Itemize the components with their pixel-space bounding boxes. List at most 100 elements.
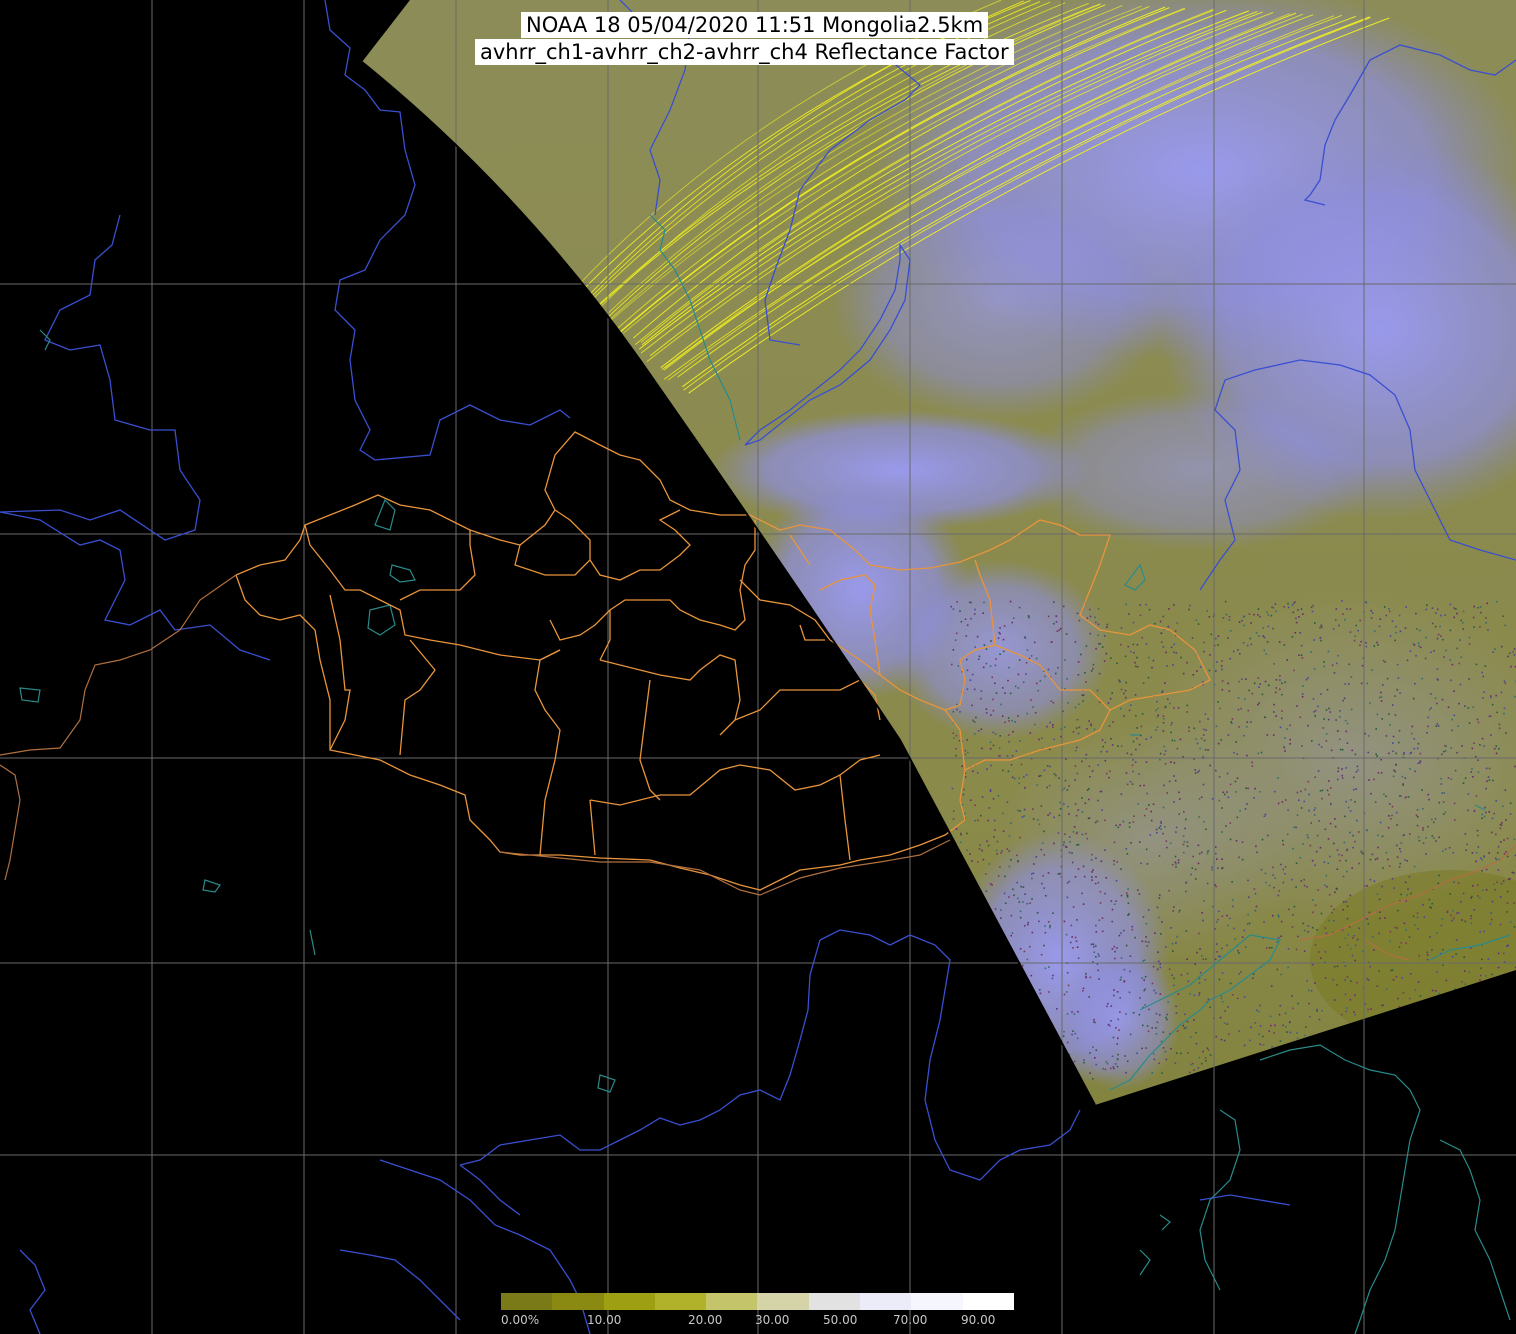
noise-speckle (1371, 669, 1373, 671)
noise-speckle (1129, 1033, 1132, 1036)
noise-speckle (1200, 851, 1203, 854)
noise-speckle (952, 818, 955, 820)
noise-speckle (1341, 1072, 1343, 1075)
noise-speckle (1160, 820, 1162, 823)
noise-speckle (1073, 826, 1076, 828)
noise-speckle (1436, 608, 1439, 611)
noise-speckle (1311, 963, 1314, 966)
noise-speckle (1280, 973, 1282, 976)
noise-speckle (1047, 1023, 1050, 1026)
noise-speckle (1000, 917, 1002, 919)
noise-speckle (1467, 1065, 1470, 1067)
noise-speckle (1476, 829, 1479, 832)
noise-speckle (1472, 990, 1474, 993)
noise-speckle (1135, 665, 1137, 668)
noise-speckle (1338, 738, 1341, 741)
noise-speckle (1003, 892, 1006, 895)
noise-speckle (1488, 998, 1491, 1001)
noise-speckle (1381, 885, 1383, 888)
noise-speckle (965, 1028, 968, 1030)
noise-speckle (1008, 720, 1010, 722)
noise-speckle (1119, 978, 1122, 981)
noise-speckle (1071, 852, 1073, 854)
noise-speckle (999, 653, 1001, 655)
noise-speckle (970, 601, 972, 604)
noise-speckle (1053, 622, 1055, 625)
noise-speckle (1246, 923, 1249, 925)
noise-speckle (1513, 926, 1516, 928)
noise-speckle (1140, 862, 1142, 865)
noise-speckle (1426, 951, 1429, 954)
noise-speckle (1266, 734, 1269, 736)
noise-speckle (1418, 644, 1420, 647)
noise-speckle (1393, 887, 1395, 889)
noise-speckle (1272, 914, 1274, 917)
noise-speckle (1340, 1013, 1343, 1016)
noise-speckle (1510, 665, 1512, 668)
noise-speckle (1056, 1063, 1059, 1066)
noise-speckle (1406, 1010, 1408, 1013)
noise-speckle (1221, 831, 1223, 833)
noise-speckle (1047, 668, 1050, 671)
noise-speckle (1112, 1066, 1115, 1068)
noise-speckle (1405, 1078, 1407, 1080)
noise-speckle (1441, 1037, 1444, 1040)
noise-speckle (1091, 770, 1094, 772)
noise-speckle (1136, 737, 1138, 740)
noise-speckle (1281, 682, 1283, 685)
noise-speckle (1353, 1011, 1355, 1013)
noise-speckle (1049, 925, 1051, 927)
noise-speckle (1462, 610, 1465, 613)
noise-speckle (1215, 637, 1217, 640)
noise-speckle (952, 810, 955, 812)
noise-speckle (1166, 846, 1168, 849)
noise-speckle (1136, 1052, 1138, 1055)
colorbar-step (501, 1293, 553, 1310)
noise-speckle (1120, 688, 1123, 691)
noise-speckle (1255, 845, 1257, 848)
noise-speckle (1007, 717, 1010, 719)
noise-speckle (1208, 669, 1211, 672)
noise-speckle (1262, 627, 1265, 629)
noise-speckle (1468, 678, 1470, 680)
noise-speckle (1156, 726, 1159, 728)
noise-speckle (1442, 801, 1445, 803)
image-title-line-2: avhrr_ch1-avhrr_ch2-avhrr_ch4 Reflectanc… (475, 39, 1014, 65)
noise-speckle (1412, 697, 1415, 700)
noise-speckle (1468, 643, 1471, 645)
noise-speckle (1436, 668, 1439, 670)
noise-speckle (1312, 1077, 1314, 1080)
noise-speckle (1131, 928, 1134, 931)
noise-speckle (1286, 659, 1288, 661)
noise-speckle (1485, 975, 1487, 977)
noise-speckle (1398, 741, 1400, 744)
noise-speckle (1017, 809, 1019, 812)
noise-speckle (1237, 697, 1240, 699)
noise-speckle (1110, 657, 1112, 659)
noise-speckle (1402, 1050, 1404, 1053)
noise-speckle (1375, 728, 1377, 730)
noise-speckle (1085, 753, 1088, 756)
noise-speckle (970, 617, 972, 620)
noise-speckle (1150, 810, 1152, 813)
noise-speckle (1373, 778, 1375, 781)
noise-speckle (1299, 856, 1302, 859)
noise-speckle (957, 930, 960, 933)
colorbar-step (552, 1293, 604, 1310)
noise-speckle (1015, 988, 1017, 991)
noise-speckle (995, 692, 998, 694)
noise-speckle (1278, 1056, 1280, 1059)
noise-speckle (1492, 779, 1494, 782)
noise-speckle (1206, 1047, 1209, 1049)
noise-speckle (1048, 991, 1050, 993)
noise-speckle (1101, 646, 1104, 648)
noise-speckle (1309, 1015, 1311, 1018)
noise-speckle (1488, 852, 1490, 854)
noise-speckle (1353, 1075, 1356, 1077)
noise-speckle (1367, 1008, 1369, 1011)
noise-speckle (1167, 625, 1170, 628)
noise-speckle (1171, 739, 1174, 742)
noise-speckle (1132, 643, 1135, 646)
noise-speckle (1238, 952, 1240, 954)
noise-speckle (1013, 894, 1015, 897)
